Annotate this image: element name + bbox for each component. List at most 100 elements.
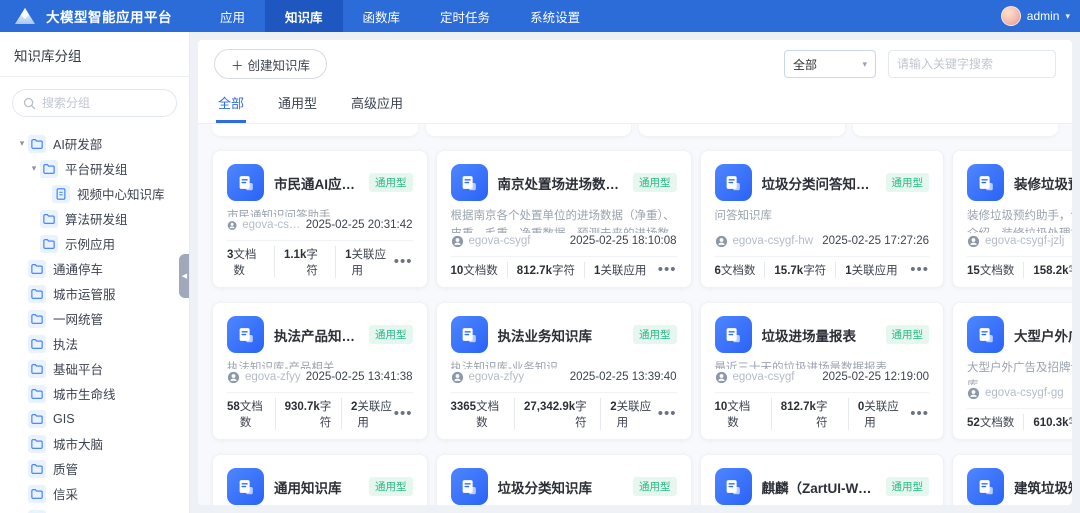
group-tree-item[interactable]: ▾ GIS bbox=[6, 406, 183, 431]
kb-type-badge: 通用型 bbox=[886, 477, 930, 496]
group-label: 信采 bbox=[53, 484, 78, 503]
group-tree-item[interactable]: ▾ 一网统管 bbox=[6, 306, 183, 331]
app-logo-icon bbox=[12, 5, 38, 27]
kb-card[interactable]: 垃圾进场量报表 通用型 最近三十天的垃圾进场量数据报表 egova-csygf … bbox=[700, 302, 945, 440]
kb-card-partial[interactable] bbox=[853, 124, 1059, 136]
type-filter-select[interactable]: 全部 ▾ bbox=[784, 50, 876, 78]
linked-app-count: 0关联应用 bbox=[848, 398, 910, 430]
kb-card[interactable]: 执法产品知识库 通用型 执法知识库-产品相关 egova-zfyy 2025-0… bbox=[212, 302, 428, 440]
tab[interactable]: 通用型 bbox=[276, 83, 319, 123]
more-actions-icon[interactable]: ••• bbox=[658, 265, 677, 275]
kb-card[interactable]: 通用知识库 通用型 其他产品的问题排查 bbox=[212, 454, 428, 505]
kb-card-title: 麒麟（ZartUI-Web）... bbox=[762, 477, 878, 497]
group-tree-item[interactable]: ▾ 信采 bbox=[6, 481, 183, 506]
group-tree-item[interactable]: ▾ 平台研发组 bbox=[6, 156, 183, 181]
knowledge-base-icon bbox=[715, 316, 752, 353]
kb-type-badge: 通用型 bbox=[633, 173, 677, 192]
create-kb-button[interactable]: ＋创建知识库 bbox=[214, 49, 327, 79]
knowledge-base-icon bbox=[967, 468, 1004, 505]
kb-card[interactable]: 市民通AI应用场景 通用型 市民通知识问答助手 egova-csygf-hw 2… bbox=[212, 150, 428, 288]
knowledge-base-icon bbox=[715, 164, 752, 201]
main-area: ＋创建知识库 全部 ▾ 全部通用型高级应用 bbox=[190, 32, 1080, 513]
kb-card-title: 建筑垃圾知识库 bbox=[1014, 477, 1072, 497]
more-actions-icon[interactable]: ••• bbox=[394, 257, 413, 267]
kb-updated-time: 2025-02-25 12:19:00 bbox=[822, 371, 929, 383]
nav-item-link[interactable]: 应用 bbox=[200, 0, 265, 32]
knowledge-base-icon bbox=[967, 316, 1004, 353]
kb-card-title: 大型户外广告及招牌设... bbox=[1014, 325, 1072, 345]
knowledge-base-icon bbox=[227, 316, 264, 353]
kb-toolbar: ＋创建知识库 全部 ▾ bbox=[198, 40, 1072, 83]
group-tree-item[interactable]: ▾ 基础平台 bbox=[6, 356, 183, 381]
more-actions-icon[interactable]: ••• bbox=[394, 409, 413, 419]
chevron-down-icon: ▾ bbox=[862, 59, 867, 70]
folder-icon bbox=[28, 410, 46, 428]
folder-icon bbox=[28, 135, 46, 153]
kb-card[interactable]: 装修垃圾预约助手 通用型 装修垃圾预约助手，包括装修垃圾清运处置介绍、装修垃圾处… bbox=[952, 150, 1072, 288]
kb-card-title: 执法业务知识库 bbox=[498, 325, 626, 345]
keyword-search-input[interactable] bbox=[897, 57, 1052, 71]
kb-card-partial[interactable] bbox=[639, 124, 845, 136]
group-tree-item[interactable]: ▾ 质管 bbox=[6, 456, 183, 481]
group-search-input[interactable] bbox=[42, 96, 162, 110]
kb-owner: egova-csygf-gg bbox=[967, 387, 1064, 400]
linked-app-count: 1关联应用 bbox=[335, 246, 394, 278]
char-count: 930.7k字符 bbox=[275, 398, 332, 430]
group-tree-item[interactable]: ▾ 工程技术中心 bbox=[6, 506, 183, 513]
kb-card-description: 执法知识库-业务知识 bbox=[451, 360, 677, 369]
tab[interactable]: 高级应用 bbox=[349, 83, 405, 123]
group-label: 城市运管服 bbox=[53, 284, 116, 303]
tab[interactable]: 全部 bbox=[216, 83, 246, 123]
user-name[interactable]: admin bbox=[1027, 9, 1060, 23]
group-tree-item[interactable]: ▾ AI研发部 bbox=[6, 131, 183, 156]
nav-item-link[interactable]: 系统设置 bbox=[510, 0, 600, 32]
kb-card[interactable]: 垃圾分类问答知识库 通用型 问答知识库 egova-csygf-hw 2025-… bbox=[700, 150, 945, 288]
group-tree-item[interactable]: ▾ 视频中心知识库 bbox=[6, 181, 183, 206]
keyword-search-box[interactable] bbox=[888, 50, 1056, 78]
group-tree-item[interactable]: ▾ 城市运管服 bbox=[6, 281, 183, 306]
kb-owner-name: egova-csygf-hw bbox=[733, 235, 814, 247]
user-avatar[interactable] bbox=[1001, 6, 1021, 26]
caret-down-icon[interactable]: ▾ bbox=[16, 138, 28, 149]
doc-count: 15文档数 bbox=[967, 262, 1014, 278]
kb-card-partial[interactable] bbox=[212, 124, 418, 136]
group-tree-item[interactable]: ▾ 示例应用 bbox=[6, 231, 183, 256]
user-menu-caret-icon[interactable]: ▾ bbox=[1065, 11, 1070, 22]
kb-owner-name: egova-zfyy bbox=[469, 371, 525, 383]
group-tree-item[interactable]: ▾ 算法研发组 bbox=[6, 206, 183, 231]
more-actions-icon[interactable]: ••• bbox=[658, 409, 677, 419]
knowledge-base-icon bbox=[227, 468, 264, 505]
group-label: 执法 bbox=[53, 334, 78, 353]
kb-updated-time: 2025-02-25 13:41:38 bbox=[306, 371, 413, 383]
group-tree-item[interactable]: ▾ 通通停车 bbox=[6, 256, 183, 281]
group-label: 算法研发组 bbox=[65, 209, 128, 228]
kb-card[interactable]: 执法业务知识库 通用型 执法知识库-业务知识 egova-zfyy 2025-0… bbox=[436, 302, 692, 440]
nav-item-link[interactable]: 定时任务 bbox=[420, 0, 510, 32]
kb-updated-time: 2025-02-25 17:27:26 bbox=[822, 235, 929, 247]
owner-icon bbox=[451, 235, 464, 248]
group-tree-item[interactable]: ▾ 执法 bbox=[6, 331, 183, 356]
group-tree-item[interactable]: ▾ 城市大脑 bbox=[6, 431, 183, 456]
nav-item-active[interactable]: 知识库 bbox=[265, 0, 343, 32]
kb-card[interactable]: 垃圾分类知识库 通用型 环卫垃圾分类 bbox=[436, 454, 692, 505]
caret-down-icon[interactable]: ▾ bbox=[28, 163, 40, 174]
nav-item-link[interactable]: 函数库 bbox=[343, 0, 421, 32]
kb-card[interactable]: 麒麟（ZartUI-Web）... 通用型 麒麟平台端设计规范，包括颜色、文字、… bbox=[700, 454, 945, 505]
kb-card[interactable]: 建筑垃圾知识库 通用型 涵盖了建筑垃圾的分类、处理流程、资源化利用、管 bbox=[952, 454, 1072, 505]
kb-card[interactable]: 南京处置场进场数据报表 通用型 根据南京各个处置单位的进场数据（净重）、皮重、毛… bbox=[436, 150, 692, 288]
group-search-box[interactable] bbox=[12, 89, 177, 117]
kb-card-partial[interactable] bbox=[426, 124, 632, 136]
linked-app-count: 2关联应用 bbox=[600, 398, 658, 430]
owner-icon bbox=[715, 235, 728, 248]
group-tree-item[interactable]: ▾ 城市生命线 bbox=[6, 381, 183, 406]
more-actions-icon[interactable]: ••• bbox=[910, 265, 929, 275]
top-navbar: 大模型智能应用平台 应用知识库函数库定时任务系统设置 admin ▾ bbox=[0, 0, 1080, 32]
more-actions-icon[interactable]: ••• bbox=[910, 409, 929, 419]
sidebar-collapse-handle[interactable]: ◀ bbox=[179, 254, 190, 298]
kb-card-description: 根据南京各个处置单位的进场数据（净重）、皮重、毛重、净重数据，预测未来的进场数据 bbox=[451, 208, 677, 233]
kb-type-badge: 通用型 bbox=[369, 173, 413, 192]
linked-app-count: 1关联应用 bbox=[584, 262, 646, 278]
kb-card[interactable]: 大型户外广告及招牌设... 通用型 大型户外广告及招牌设施安全监管相关知识库 e… bbox=[952, 302, 1072, 440]
kb-owner: egova-csygf-hw bbox=[227, 219, 306, 232]
knowledge-base-icon bbox=[451, 164, 488, 201]
